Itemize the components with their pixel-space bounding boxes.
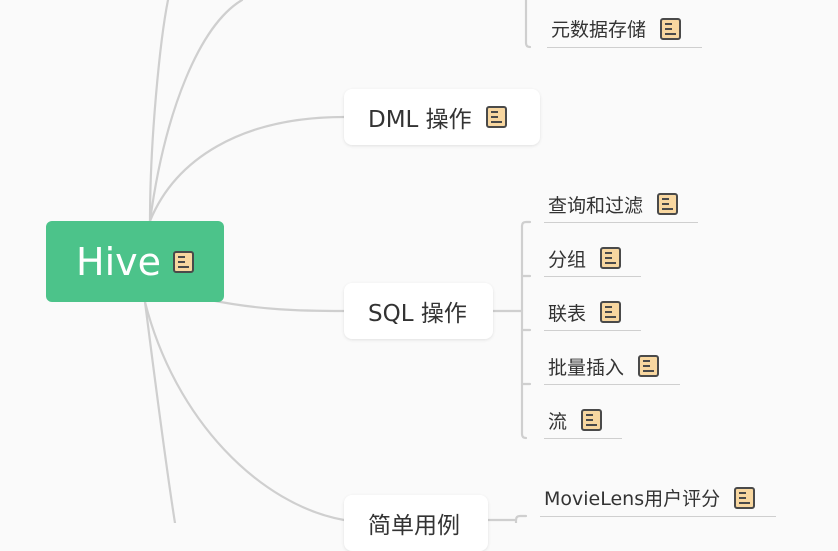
note-icon[interactable]	[485, 106, 507, 128]
note-icon[interactable]	[600, 247, 622, 269]
branch-dml[interactable]: DML 操作	[344, 89, 540, 145]
leaf-label: 元数据存储	[551, 19, 647, 41]
leaf-query-filter[interactable]: 查询和过滤	[544, 186, 698, 223]
branch-sql[interactable]: SQL 操作	[344, 283, 493, 339]
leaf-label: 批量插入	[548, 356, 625, 379]
note-icon[interactable]	[173, 250, 194, 273]
leaf-stream[interactable]: 流	[544, 402, 622, 439]
link-root-examples	[143, 300, 346, 522]
branch-label: SQL 操作	[368, 301, 467, 327]
link-root-top2	[148, 0, 244, 223]
leaf-metadata-storage[interactable]: 元数据存储	[547, 10, 702, 48]
branch-label: 简单用例	[368, 513, 460, 539]
note-icon[interactable]	[657, 193, 679, 215]
bracket-top	[524, 0, 532, 49]
note-icon[interactable]	[660, 17, 682, 40]
leaf-label: 分组	[548, 248, 587, 271]
link-root-dml	[148, 115, 346, 223]
link-root-bottom1	[143, 300, 177, 523]
leaf-bulk-insert[interactable]: 批量插入	[544, 348, 680, 385]
note-icon[interactable]	[581, 409, 603, 431]
leaf-label: 查询和过滤	[548, 194, 644, 217]
leaf-label: 联表	[548, 302, 587, 325]
bracket-examples-top	[514, 514, 528, 522]
bracket-sql-spine	[520, 224, 528, 440]
leaf-label: 流	[548, 410, 568, 433]
branch-examples[interactable]: 简单用例	[344, 495, 488, 551]
note-icon[interactable]	[734, 486, 756, 509]
leaf-group[interactable]: 分组	[544, 240, 641, 277]
root-label: Hive	[76, 239, 161, 284]
bracket-sql-top	[520, 220, 532, 228]
link-root-sql	[208, 298, 346, 313]
note-icon[interactable]	[638, 355, 660, 377]
link-root-top1	[148, 0, 170, 223]
root-node[interactable]: Hive	[46, 221, 224, 302]
leaf-movielens[interactable]: MovieLens用户评分	[540, 479, 776, 517]
branch-label: DML 操作	[368, 107, 472, 133]
leaf-label: MovieLens用户评分	[544, 488, 721, 510]
note-icon[interactable]	[600, 301, 622, 323]
leaf-join[interactable]: 联表	[544, 294, 641, 331]
